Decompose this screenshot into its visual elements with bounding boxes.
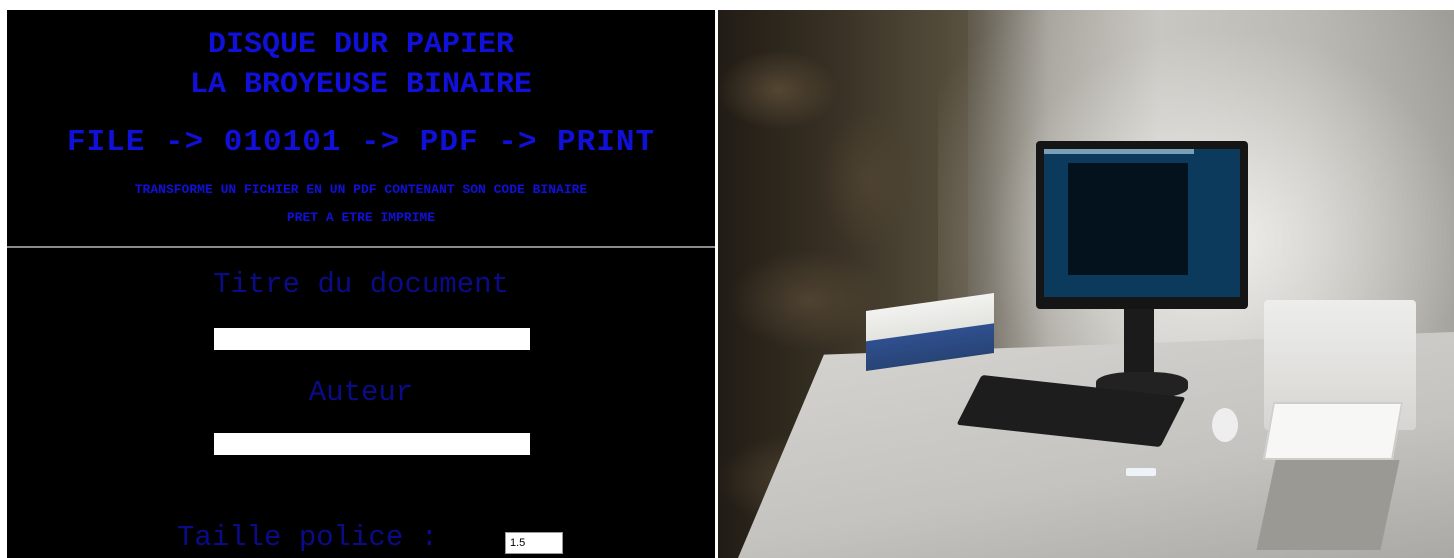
app-screen: DISQUE DUR PAPIER LA BROYEUSE BINAIRE FI… [7, 10, 715, 558]
header-divider [7, 246, 715, 248]
page-subtitle: LA BROYEUSE BINAIRE [189, 68, 533, 102]
monitor-app-window [1068, 163, 1188, 275]
font-size-label: Taille police : [177, 521, 439, 554]
page-title: DISQUE DUR PAPIER [207, 28, 515, 62]
document-title-label: Titre du document [213, 268, 509, 301]
monitor-screen [1044, 149, 1240, 297]
author-label: Auteur [308, 376, 414, 409]
mouse [1212, 408, 1238, 442]
monitor-stand [1124, 309, 1154, 381]
header: DISQUE DUR PAPIER LA BROYEUSE BINAIRE FI… [7, 10, 715, 246]
author-input[interactable] [214, 433, 530, 455]
monitor-window-bar [1044, 149, 1194, 154]
document-title-input[interactable] [214, 328, 530, 350]
printer-tray [1262, 402, 1404, 460]
printed-sheet [1256, 460, 1400, 550]
monitor [1036, 141, 1248, 309]
usb-stick [1126, 468, 1156, 476]
description-line-1: TRANSFORME UN FICHIER EN UN PDF CONTENAN… [134, 182, 588, 197]
installation-photo [718, 10, 1454, 558]
font-size-input[interactable] [505, 532, 563, 554]
description-line-2: PRET A ETRE IMPRIME [286, 210, 436, 225]
process-flow-text: FILE -> 010101 -> PDF -> PRINT [66, 125, 656, 160]
